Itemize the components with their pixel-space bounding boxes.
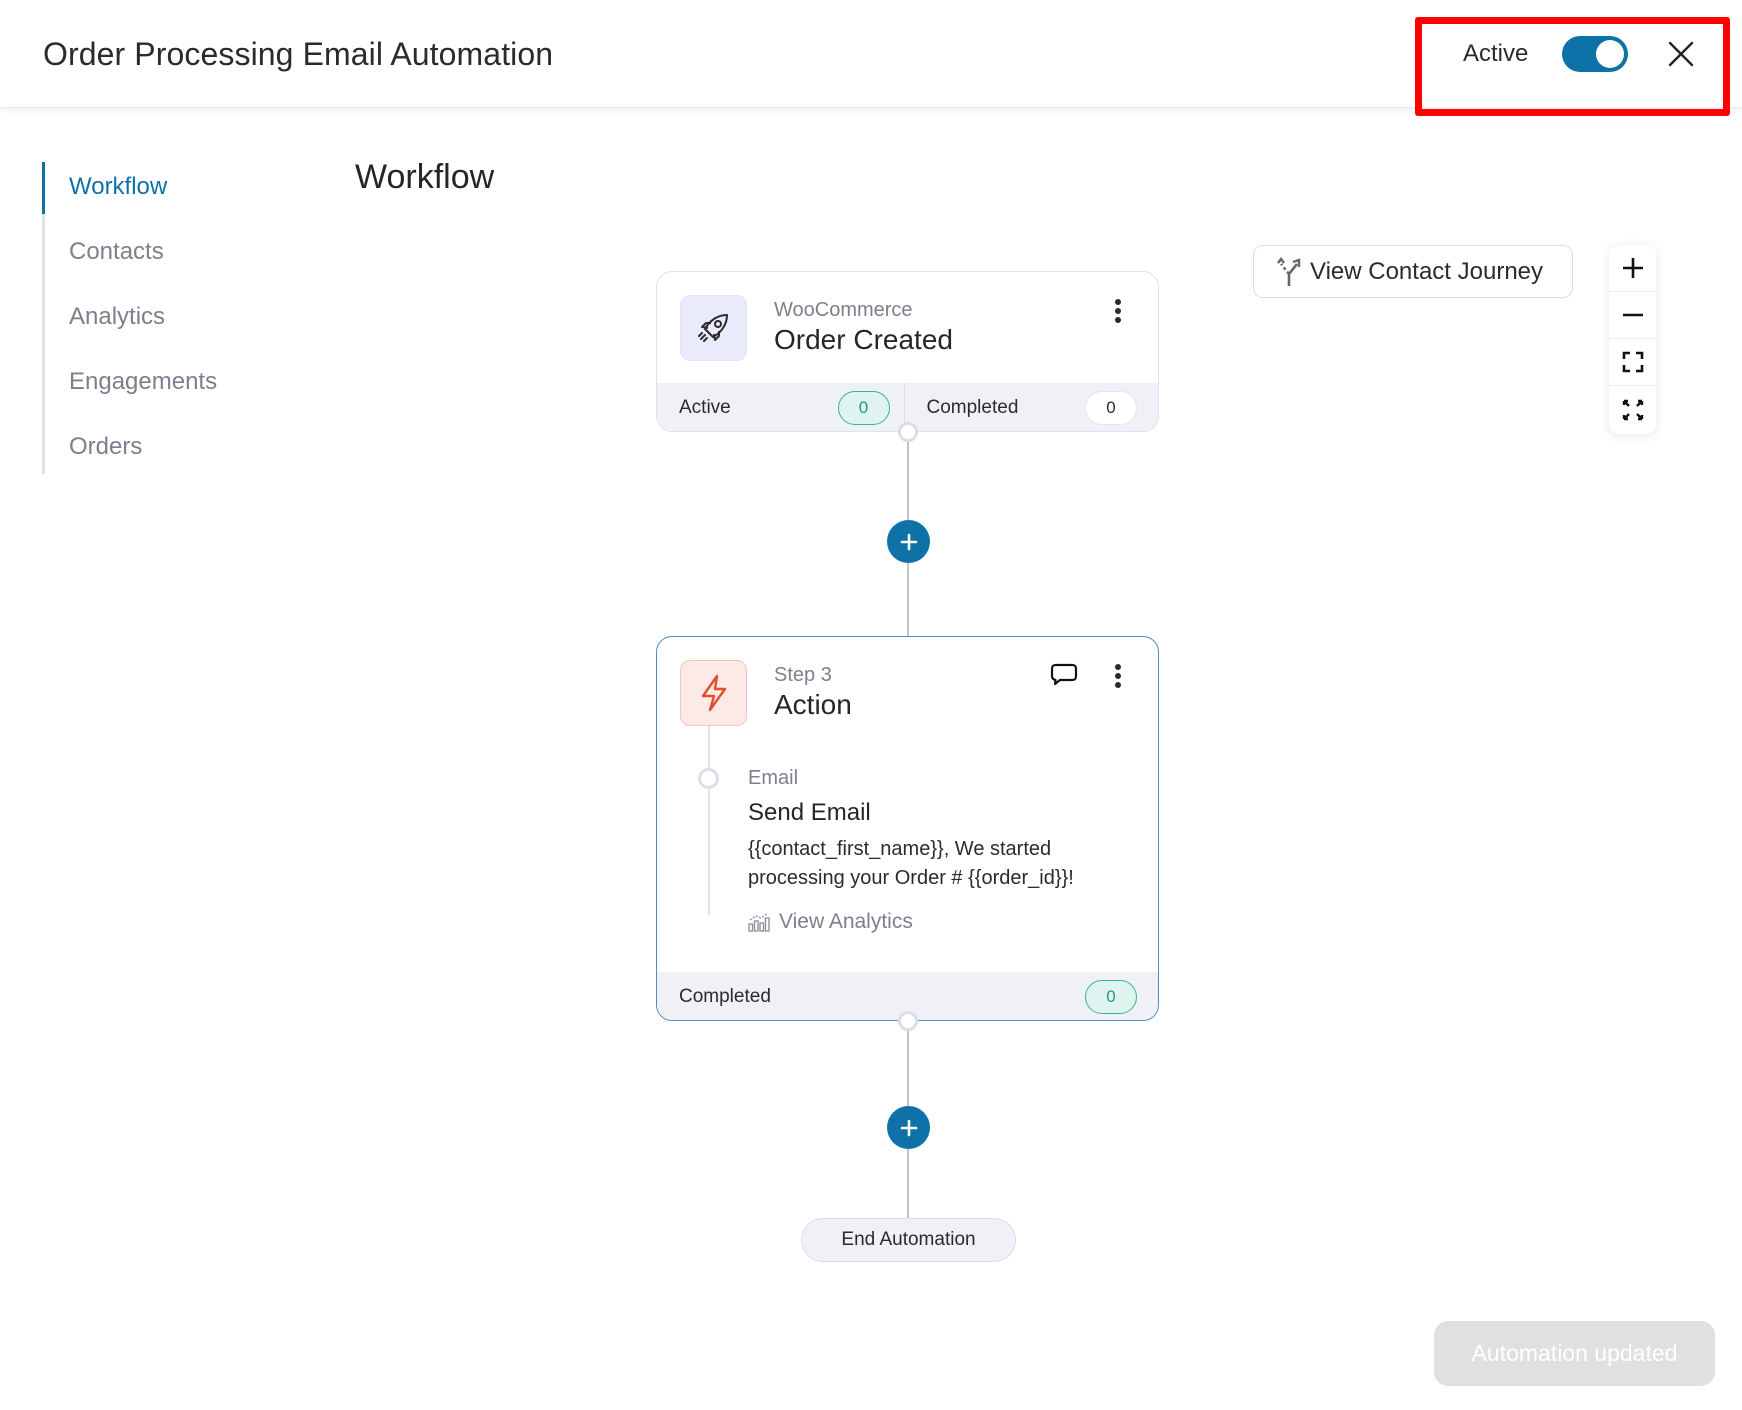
- completed-stat-label: Completed: [926, 397, 1019, 418]
- zoom-in-button[interactable]: [1609, 245, 1656, 292]
- frame-corners-icon: [1622, 351, 1643, 373]
- automation-updated-toast: Automation updated: [1434, 1321, 1715, 1386]
- end-automation-node: End Automation: [801, 1218, 1016, 1262]
- plus-icon: [900, 1119, 917, 1136]
- kebab-dot: [1115, 299, 1121, 305]
- rocket-icon: [697, 314, 728, 342]
- trigger-source: WooCommerce: [774, 299, 913, 321]
- action-output-handle[interactable]: [898, 1011, 918, 1031]
- active-toggle[interactable]: [1562, 36, 1628, 72]
- sidebar-active-indicator: [42, 162, 45, 214]
- analytics-chart-icon: [748, 912, 770, 932]
- automation-title: Order Processing Email Automation: [43, 36, 554, 72]
- comment-icon: [1050, 663, 1078, 686]
- plus-icon: [1622, 258, 1643, 278]
- email-step-node: [698, 768, 719, 789]
- action-inner-track: [708, 725, 710, 915]
- fit-view-button[interactable]: [1609, 339, 1656, 386]
- action-completed-badge[interactable]: 0: [1085, 980, 1137, 1014]
- trigger-menu-button[interactable]: [1108, 296, 1128, 326]
- trigger-icon-box: [680, 295, 747, 361]
- minus-icon: [1622, 313, 1643, 317]
- status-label: Active: [1463, 40, 1529, 67]
- plus-icon: [900, 533, 917, 550]
- completed-count-badge[interactable]: 0: [1085, 391, 1137, 425]
- sidebar-item-engagements[interactable]: Engagements: [69, 368, 217, 396]
- action-completed-label: Completed: [679, 986, 771, 1007]
- action-menu-button[interactable]: [1108, 661, 1128, 691]
- active-stat-label: Active: [679, 397, 731, 418]
- active-count-badge[interactable]: 0: [837, 391, 890, 425]
- trigger-card[interactable]: WooCommerce Order Created Active 0 Compl…: [656, 271, 1159, 432]
- kebab-dot: [1115, 317, 1121, 323]
- canvas-zoom-controls: [1609, 245, 1656, 434]
- fullscreen-button[interactable]: [1609, 386, 1656, 433]
- action-icon-box: [680, 660, 747, 726]
- email-subject: {{contact_first_name}}, We started proce…: [748, 838, 1074, 889]
- kebab-dot: [1115, 682, 1121, 688]
- fork-arrows-icon: [1277, 256, 1301, 286]
- close-button[interactable]: [1664, 37, 1698, 71]
- action-step-label: Step 3: [774, 664, 832, 686]
- action-card[interactable]: Step 3 Action Email Send Email {{contact…: [656, 636, 1159, 1021]
- comment-button[interactable]: [1050, 663, 1078, 687]
- toggle-knob: [1596, 40, 1624, 68]
- page-heading: Workflow: [355, 158, 495, 196]
- view-analytics-link[interactable]: View Analytics: [748, 910, 913, 934]
- sidebar-item-contacts[interactable]: Contacts: [69, 238, 164, 266]
- email-type-label: Email: [748, 767, 799, 789]
- close-icon: [1668, 41, 1694, 67]
- sidebar-item-workflow[interactable]: Workflow: [69, 173, 167, 201]
- sidebar-item-orders[interactable]: Orders: [69, 433, 142, 461]
- sidebar-item-analytics[interactable]: Analytics: [69, 303, 165, 331]
- kebab-dot: [1115, 673, 1121, 679]
- kebab-dot: [1115, 664, 1121, 670]
- view-contact-journey-button[interactable]: View Contact Journey: [1253, 245, 1573, 298]
- email-action-title[interactable]: Send Email: [748, 799, 871, 827]
- lightning-icon: [701, 674, 726, 712]
- trigger-output-handle[interactable]: [898, 422, 918, 442]
- active-stat: Active 0: [657, 383, 905, 431]
- add-step-button[interactable]: [887, 520, 930, 563]
- expand-arrows-icon: [1622, 399, 1643, 420]
- trigger-title: Order Created: [774, 324, 953, 355]
- completed-stat: Completed 0: [905, 383, 1159, 431]
- kebab-dot: [1115, 308, 1121, 314]
- zoom-out-button[interactable]: [1609, 292, 1656, 339]
- add-step-button[interactable]: [887, 1106, 930, 1149]
- view-analytics-label: View Analytics: [779, 910, 913, 933]
- action-title: Action: [774, 689, 852, 720]
- view-contact-journey-label: View Contact Journey: [1310, 257, 1544, 285]
